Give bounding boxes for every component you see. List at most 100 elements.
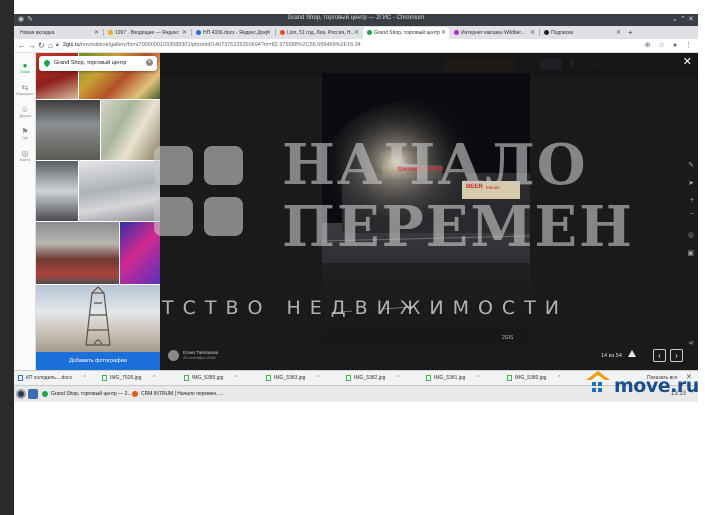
download-filename: IMG_5380.jpg xyxy=(515,375,547,381)
close-window-icon[interactable]: ✕ xyxy=(688,16,694,24)
main-photo[interactable]: GRAND SHOP BEER Мания 2GIS xyxy=(322,73,530,346)
house-roof-inner xyxy=(590,375,606,381)
left-nav: ● Поиск ⇆ Маршруты ☺ Друзья ⚑ Где ◎ Войт… xyxy=(14,53,36,370)
sidebar-item-login[interactable]: ◎ Войти xyxy=(14,149,36,162)
close-tab-icon[interactable]: ✕ xyxy=(182,27,187,39)
download-item[interactable]: IMG_7526.jpg ^ xyxy=(102,374,155,383)
sidebar-item-search[interactable]: ● Поиск xyxy=(14,61,36,74)
download-item[interactable]: IMG_5385.jpg ^ xyxy=(184,374,237,383)
gallery-photo-store-shelves[interactable] xyxy=(101,100,160,160)
prev-photo-button[interactable]: ‹ xyxy=(653,349,666,362)
sidebar-item-label: Где xyxy=(22,136,28,140)
back-icon[interactable]: ← xyxy=(18,41,26,50)
close-tab-icon[interactable]: ✕ xyxy=(530,27,535,39)
report-warning-icon[interactable] xyxy=(628,350,636,357)
translate-icon[interactable]: ⊕ xyxy=(645,42,651,49)
fullscreen-icon[interactable]: ▣ xyxy=(687,249,694,257)
beer-sign-suffix: Мания xyxy=(486,185,500,190)
close-tab-icon[interactable]: ✕ xyxy=(616,27,621,39)
search-input[interactable]: Grand Shop, торговый центр xyxy=(54,59,126,68)
zoom-out-icon[interactable]: − xyxy=(690,211,694,218)
chevron-up-icon[interactable]: ^ xyxy=(558,374,560,383)
taskbar-item-chromium[interactable]: Grand Shop, торговый центр — 2... xyxy=(42,390,132,398)
account-icon[interactable]: ● xyxy=(673,42,677,49)
chevron-up-icon[interactable]: ^ xyxy=(397,374,399,383)
chevron-up-icon[interactable]: ^ xyxy=(84,374,86,383)
close-viewer-icon[interactable]: ✕ xyxy=(683,56,692,68)
tab-wildberries[interactable]: Интернет магазин Wildber... ✕ xyxy=(450,27,538,39)
close-tab-icon[interactable]: ✕ xyxy=(441,27,446,39)
reload-icon[interactable]: ↻ xyxy=(38,41,45,50)
close-tab-icon[interactable]: ✕ xyxy=(354,27,359,39)
photo-watermark: 2GIS xyxy=(502,335,514,341)
forward-icon[interactable]: → xyxy=(28,41,36,50)
gallery-photo-eiffel-decor[interactable] xyxy=(36,285,160,352)
file-manager-icon[interactable] xyxy=(28,389,38,399)
next-photo-button[interactable]: › xyxy=(670,349,683,362)
bookmark-star-icon[interactable]: ☆ xyxy=(659,42,665,49)
chevron-up-icon[interactable]: ^ xyxy=(477,374,479,383)
logo-grid-cell xyxy=(592,382,596,386)
avatar xyxy=(168,350,179,361)
sidebar-item-friends[interactable]: ☺ Друзья xyxy=(14,105,36,118)
gallery-photo-winter-street[interactable] xyxy=(36,161,78,221)
close-tab-icon[interactable]: ✕ xyxy=(94,27,99,39)
tab-yandex-mail[interactable]: 1997 · Входящие — Яндекс ✕ xyxy=(104,27,190,39)
tab-grand-shop[interactable]: Grand Shop, торговый центр ✕ xyxy=(363,27,449,39)
profile-favicon-icon xyxy=(280,30,285,36)
chevron-up-icon[interactable]: ^ xyxy=(317,374,319,383)
minimize-icon[interactable]: ⌄ xyxy=(672,16,678,24)
clear-search-icon[interactable]: ✕ xyxy=(146,59,153,66)
sidebar-item-routes[interactable]: ⇆ Маршруты xyxy=(14,83,36,96)
download-item[interactable]: IMG_5381.jpg ^ xyxy=(426,374,479,383)
close-tab-icon[interactable]: ✕ xyxy=(266,27,271,39)
title-bar: ◉ ✎ Grand Shop, торговый центр — 2ГИС - … xyxy=(14,14,698,26)
logo-text: move.ru xyxy=(614,375,699,397)
url-field[interactable]: 2gis.ru/novosibirsk/gallery/firm/7000000… xyxy=(63,41,361,50)
chevron-up-icon[interactable]: ^ xyxy=(153,374,155,383)
toolbar-icons: ⊕ ☆ ● ⋮ xyxy=(639,41,692,50)
mail-favicon-icon xyxy=(108,30,113,36)
tab-subscriptions[interactable]: Подписки ✕ xyxy=(540,27,624,39)
chevron-up-icon[interactable]: ^ xyxy=(235,374,237,383)
gallery-photo-building-exterior[interactable] xyxy=(36,222,119,284)
tab-strip: Новая вкладка ✕ 1997 · Входящие — Яндекс… xyxy=(14,26,698,39)
share-icon[interactable]: ⋖ xyxy=(688,339,694,347)
night-mall-photo xyxy=(322,73,530,346)
wildberries-favicon-icon xyxy=(454,30,459,36)
image-file-icon xyxy=(426,374,431,381)
photo-counter: 14 из 54 xyxy=(601,353,622,359)
tab-label: НП 4336.docx - Яндекс.Доку xyxy=(203,30,269,36)
add-photos-button[interactable]: Добавить фотографии xyxy=(36,352,160,370)
download-item[interactable]: IMG_5382.jpg ^ xyxy=(346,374,399,383)
sidebar-item-where[interactable]: ⚑ Где xyxy=(14,127,36,140)
download-filename: IMG_5385.jpg xyxy=(192,375,224,381)
navigation-icon[interactable]: ➤ xyxy=(688,179,694,187)
download-item[interactable]: IMG_5383.jpg ^ xyxy=(266,374,319,383)
download-filename: IMG_5383.jpg xyxy=(274,375,306,381)
maximize-icon[interactable]: ⌃ xyxy=(680,16,686,24)
youtube-favicon-icon xyxy=(544,30,549,36)
gallery-panel: Grand Shop, торговый центр ✕ Добавить фо… xyxy=(36,53,160,370)
image-file-icon xyxy=(507,374,512,381)
download-item[interactable]: IMG_5380.jpg ^ xyxy=(507,374,560,383)
zoom-in-icon[interactable]: + xyxy=(690,197,694,204)
compass-icon[interactable]: ✎ xyxy=(688,161,694,169)
tab-yandex-docs[interactable]: НП 4336.docx - Яндекс.Доку ✕ xyxy=(192,27,274,39)
tab-lion-profile[interactable]: Lion, 51 год, Лев, Россия, Н... ✕ xyxy=(276,27,362,39)
locate-icon[interactable]: ◎ xyxy=(688,231,694,239)
crm-icon xyxy=(132,390,138,397)
search-box[interactable]: Grand Shop, торговый центр ✕ xyxy=(39,56,157,71)
gallery-photo-neon-sign[interactable] xyxy=(120,222,160,284)
taskbar-item-crm[interactable]: CRM INTRUM | Начало перемен, ... xyxy=(132,390,223,398)
download-item[interactable]: КП холодиль....docx ^ xyxy=(18,374,86,383)
new-tab-icon[interactable]: + xyxy=(628,27,633,38)
start-menu-icon[interactable] xyxy=(16,389,26,399)
image-file-icon xyxy=(184,374,189,381)
tab-label: Новая вкладка xyxy=(20,30,55,36)
gallery-photo-interior[interactable] xyxy=(36,100,100,160)
home-icon[interactable]: ⌂ xyxy=(48,41,53,50)
gallery-photo-snow-parking[interactable] xyxy=(79,161,160,221)
menu-icon[interactable]: ⋮ xyxy=(685,42,692,49)
tab-new[interactable]: Новая вкладка ✕ xyxy=(16,27,102,39)
